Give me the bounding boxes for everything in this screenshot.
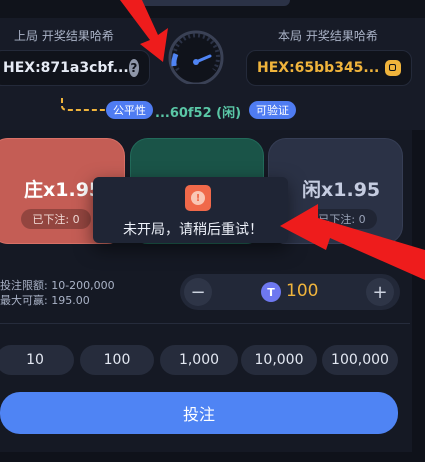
annotation-arrows — [120, 0, 425, 280]
